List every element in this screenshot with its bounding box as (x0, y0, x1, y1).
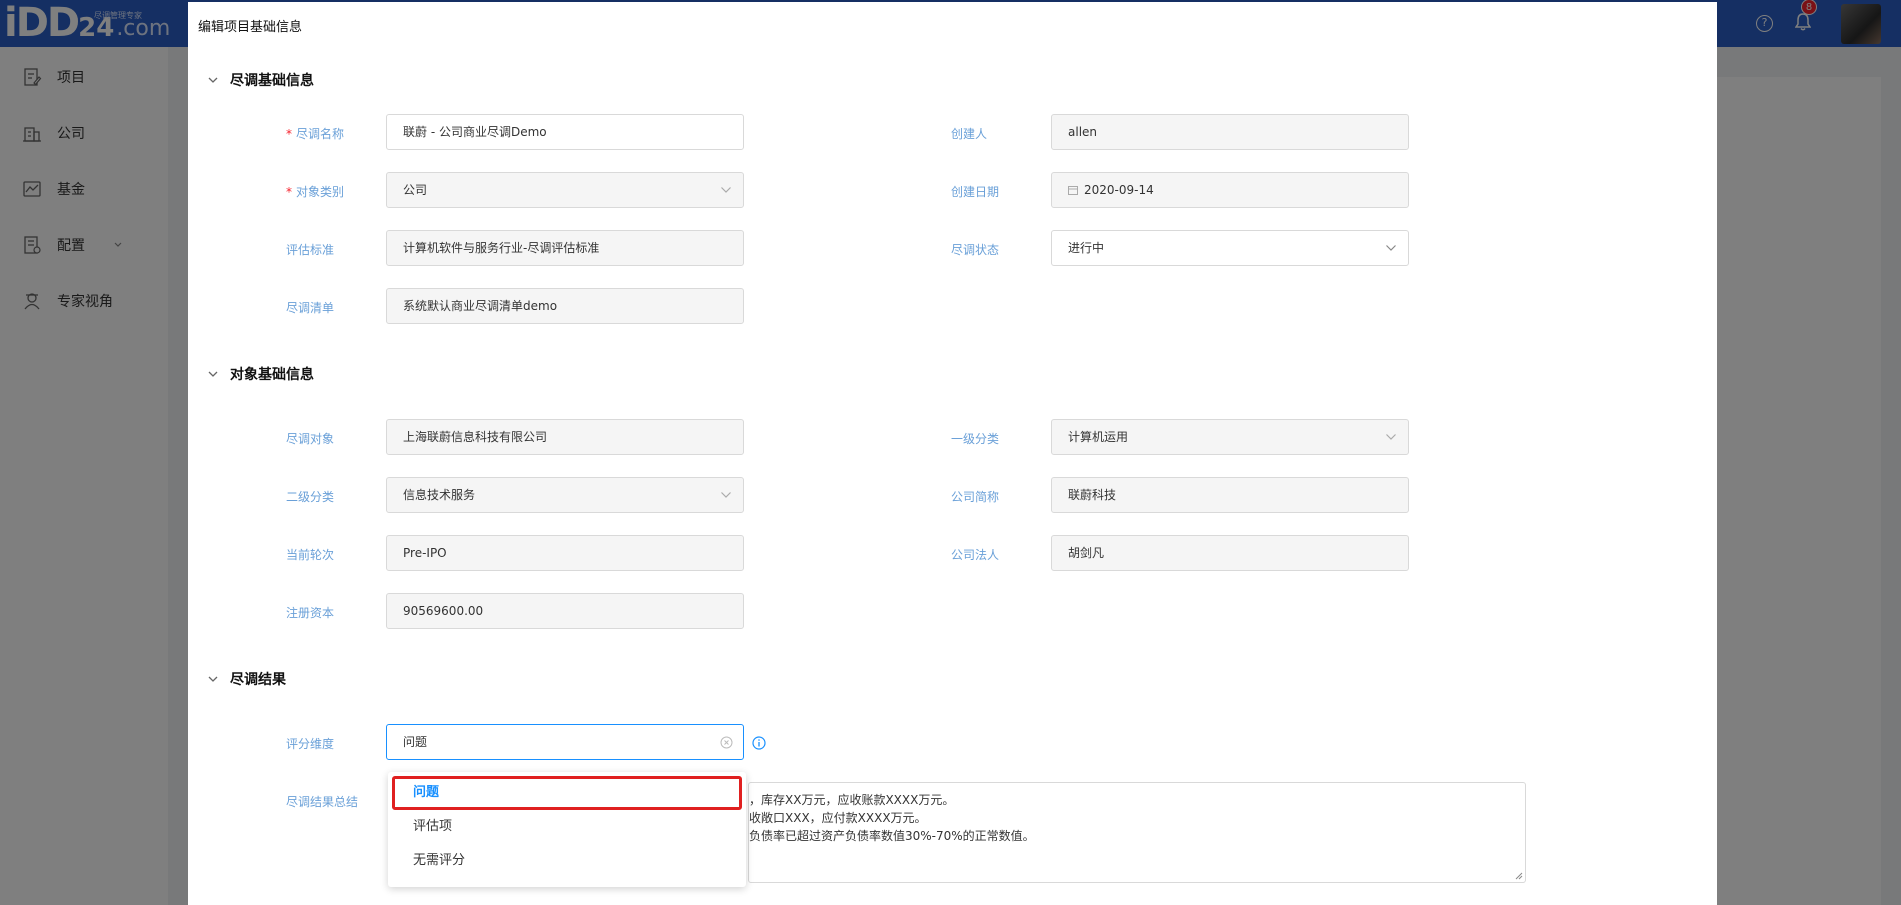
highlight-box (392, 776, 742, 810)
chevron-down-icon (208, 77, 218, 83)
project-name-input[interactable]: 联蔚 - 公司商业尽调Demo (386, 114, 744, 150)
clear-icon[interactable] (720, 736, 733, 749)
dimension-label: 评分维度 (286, 737, 335, 751)
info-icon[interactable] (752, 736, 766, 750)
select-value: 问题 (403, 735, 428, 749)
name-label: * 尽调名称 (286, 127, 345, 141)
capital-field: 90569600.00 (386, 593, 744, 629)
summary-line: ，库存XX万元，应收账款XXXX万元。 (749, 793, 955, 807)
select-value: 计算机运用 (1068, 430, 1129, 444)
create-date-field: 2020-09-14 (1051, 172, 1409, 208)
select-value: 信息技术服务 (403, 488, 476, 502)
object-label: 尽调对象 (286, 432, 335, 446)
select-value: 进行中 (1068, 241, 1105, 255)
category-2-select[interactable]: 信息技术服务 (386, 477, 744, 513)
checklist-field: 系统默认商业尽调清单demo (386, 288, 744, 324)
standard-field: 计算机软件与服务行业-尽调评估标准 (386, 230, 744, 266)
section-result-toggle[interactable]: 尽调结果 (208, 669, 286, 689)
section-basic-toggle[interactable]: 尽调基础信息 (208, 70, 314, 90)
chevron-down-icon (1386, 245, 1396, 251)
object-type-select[interactable]: 公司 (386, 172, 744, 208)
summary-line: 负债率已超过资产负债率数值30%-70%的正常数值。 (749, 829, 1035, 843)
dimension-dropdown: 问题 评估项 无需评分 (388, 772, 746, 887)
round-label: 当前轮次 (286, 548, 335, 562)
short-name-field: 联蔚科技 (1051, 477, 1409, 513)
dropdown-option-no-score[interactable]: 无需评分 (388, 844, 746, 878)
summary-label: 尽调结果总结 (286, 795, 359, 809)
chevron-down-icon (721, 187, 731, 193)
chevron-down-icon (1386, 434, 1396, 440)
status-select[interactable]: 进行中 (1051, 230, 1409, 266)
short-name-label: 公司简称 (951, 490, 1000, 504)
legal-person-field: 胡剑凡 (1051, 535, 1409, 571)
category-1-select[interactable]: 计算机运用 (1051, 419, 1409, 455)
edit-project-modal: 编辑项目基础信息 尽调基础信息 * 尽调名称 联蔚 - 公司商业尽调Demo 创建… (188, 2, 1717, 905)
section-target-toggle[interactable]: 对象基础信息 (208, 364, 314, 384)
type-label: * 对象类别 (286, 185, 345, 199)
chevron-down-icon (208, 371, 218, 377)
date-value: 2020-09-14 (1084, 183, 1154, 197)
select-value: 公司 (403, 183, 428, 197)
standard-label: 评估标准 (286, 243, 335, 257)
summary-line: 收敞口XXX，应付款XXXX万元。 (749, 811, 927, 825)
creator-field: allen (1051, 114, 1409, 150)
resize-handle-icon[interactable] (1515, 872, 1523, 880)
checklist-label: 尽调清单 (286, 301, 335, 315)
section-title: 尽调结果 (230, 672, 286, 688)
chevron-down-icon (208, 676, 218, 682)
chevron-down-icon (721, 492, 731, 498)
calendar-icon (1068, 186, 1078, 195)
capital-label: 注册资本 (286, 606, 335, 620)
round-field: Pre-IPO (386, 535, 744, 571)
creator-label: 创建人 (951, 127, 988, 141)
object-field: 上海联蔚信息科技有限公司 (386, 419, 744, 455)
section-title: 尽调基础信息 (230, 73, 314, 89)
section-title: 对象基础信息 (230, 367, 314, 383)
dropdown-option-assessment[interactable]: 评估项 (388, 810, 746, 844)
status-label: 尽调状态 (951, 243, 1000, 257)
cat1-label: 一级分类 (951, 432, 1000, 446)
dimension-select[interactable]: 问题 (386, 724, 744, 760)
date-label: 创建日期 (951, 185, 1000, 199)
modal-title: 编辑项目基础信息 (198, 20, 303, 35)
cat2-label: 二级分类 (286, 490, 335, 504)
summary-textarea[interactable]: ，库存XX万元，应收账款XXXX万元。 收敞口XXX，应付款XXXX万元。 负债… (748, 782, 1526, 883)
legal-person-label: 公司法人 (951, 548, 1000, 562)
